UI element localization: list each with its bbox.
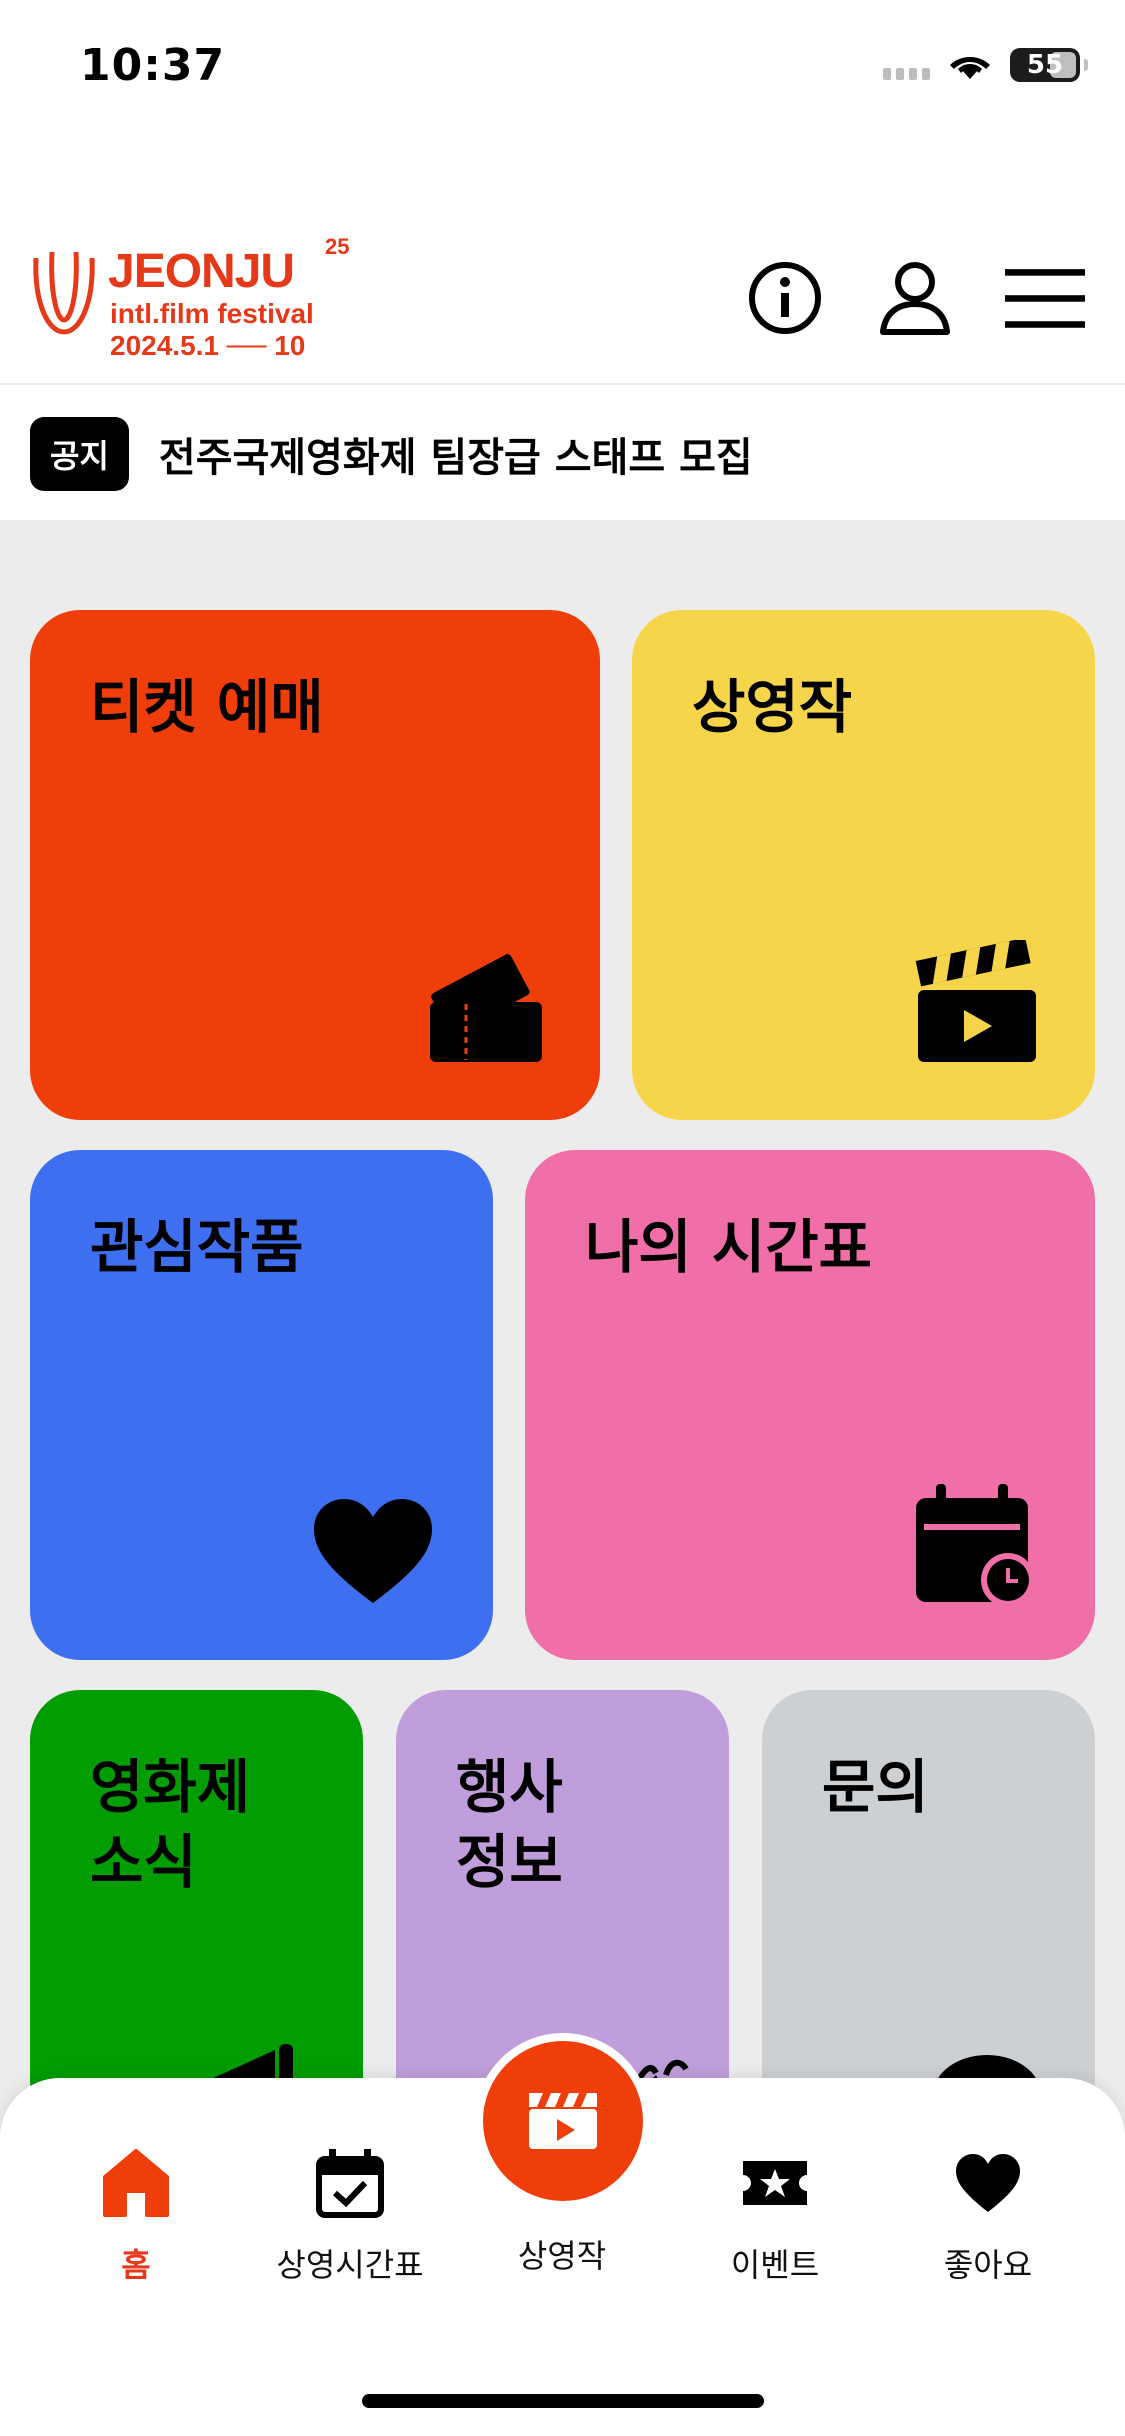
bottom-tab-bar: 홈 상영시간표 상영작 이벤트 좋아요 bbox=[0, 2033, 1125, 2436]
tab-label: 상영시간표 bbox=[276, 2246, 424, 2284]
tab-home[interactable]: 홈 bbox=[36, 2138, 236, 2286]
tile-label: 나의 시간표 bbox=[585, 1213, 872, 1281]
tile-festival-news[interactable]: 영화제 소식 bbox=[30, 1690, 363, 2130]
calendar-clock-icon bbox=[916, 1484, 1035, 1607]
logo-title: JEONJU bbox=[108, 245, 295, 298]
tab-events[interactable]: 이벤트 bbox=[675, 2138, 875, 2286]
tile-label: 문의 bbox=[822, 1753, 929, 1821]
status-icons: 55 bbox=[883, 48, 1088, 82]
tile-label: 관심작품 bbox=[90, 1213, 304, 1281]
tile-inquiry[interactable]: 문의 bbox=[762, 1690, 1095, 2130]
logo-dates: 2024.5.1 ── 10 bbox=[110, 330, 306, 361]
logo-mark-icon bbox=[33, 251, 95, 335]
info-icon bbox=[749, 262, 821, 334]
notice-bar[interactable]: 공지 전주국제영화제 팀장급 스태프 모집 bbox=[0, 387, 1125, 520]
notice-badge: 공지 bbox=[30, 416, 129, 491]
ticket-icon bbox=[430, 954, 542, 1062]
tab-label: 홈 bbox=[121, 2246, 151, 2284]
tile-label: 티켓 예매 bbox=[90, 673, 324, 741]
app-header: JEONJU 25 intl.film festival 2024.5.1 ──… bbox=[0, 210, 1125, 385]
tile-label: 상영작 bbox=[692, 673, 853, 741]
tab-films-center-button[interactable] bbox=[475, 2033, 651, 2209]
tile-label: 영화제 소식 bbox=[90, 1753, 251, 1897]
tile-ticket-booking[interactable]: 티켓 예매 bbox=[30, 610, 600, 1120]
profile-button[interactable] bbox=[875, 258, 955, 338]
clapperboard-icon bbox=[529, 2093, 597, 2149]
tile-films[interactable]: 상영작 bbox=[632, 610, 1095, 1120]
battery-icon: 55 bbox=[1010, 48, 1088, 82]
tile-label: 행사 정보 bbox=[456, 1753, 563, 1897]
home-icon bbox=[103, 2149, 169, 2217]
tab-screening-schedule[interactable]: 상영시간표 bbox=[250, 2138, 450, 2286]
header-actions bbox=[745, 258, 1085, 338]
star-ticket-icon bbox=[743, 2161, 807, 2205]
menu-button[interactable] bbox=[1005, 258, 1085, 338]
battery-level: 55 bbox=[1026, 50, 1064, 80]
cellular-signal-icon bbox=[883, 50, 930, 80]
tile-favorites[interactable]: 관심작품 bbox=[30, 1150, 493, 1660]
status-bar: 10:37 55 bbox=[0, 0, 1125, 140]
festival-logo[interactable]: JEONJU 25 intl.film festival 2024.5.1 ──… bbox=[28, 234, 368, 364]
heart-icon bbox=[314, 1499, 432, 1603]
user-icon bbox=[880, 262, 950, 335]
notice-text[interactable]: 전주국제영화제 팀장급 스태프 모집 bbox=[159, 425, 753, 483]
tab-label: 이벤트 bbox=[730, 2246, 820, 2284]
status-time: 10:37 bbox=[80, 40, 226, 91]
logo-subtitle: intl.film festival bbox=[110, 298, 314, 329]
calendar-check-icon bbox=[316, 2149, 384, 2218]
tab-likes[interactable]: 좋아요 bbox=[888, 2138, 1088, 2286]
wifi-icon bbox=[950, 57, 990, 79]
tab-label: 좋아요 bbox=[943, 2246, 1033, 2284]
info-button[interactable] bbox=[745, 258, 825, 338]
clapperboard-icon bbox=[915, 940, 1036, 1062]
tab-label: 상영작 bbox=[517, 2237, 607, 2275]
logo-edition: 25 bbox=[325, 234, 350, 259]
home-indicator[interactable] bbox=[362, 2394, 764, 2408]
menu-icon bbox=[1005, 269, 1085, 328]
tile-my-schedule[interactable]: 나의 시간표 bbox=[525, 1150, 1095, 1660]
heart-icon bbox=[956, 2154, 1020, 2212]
